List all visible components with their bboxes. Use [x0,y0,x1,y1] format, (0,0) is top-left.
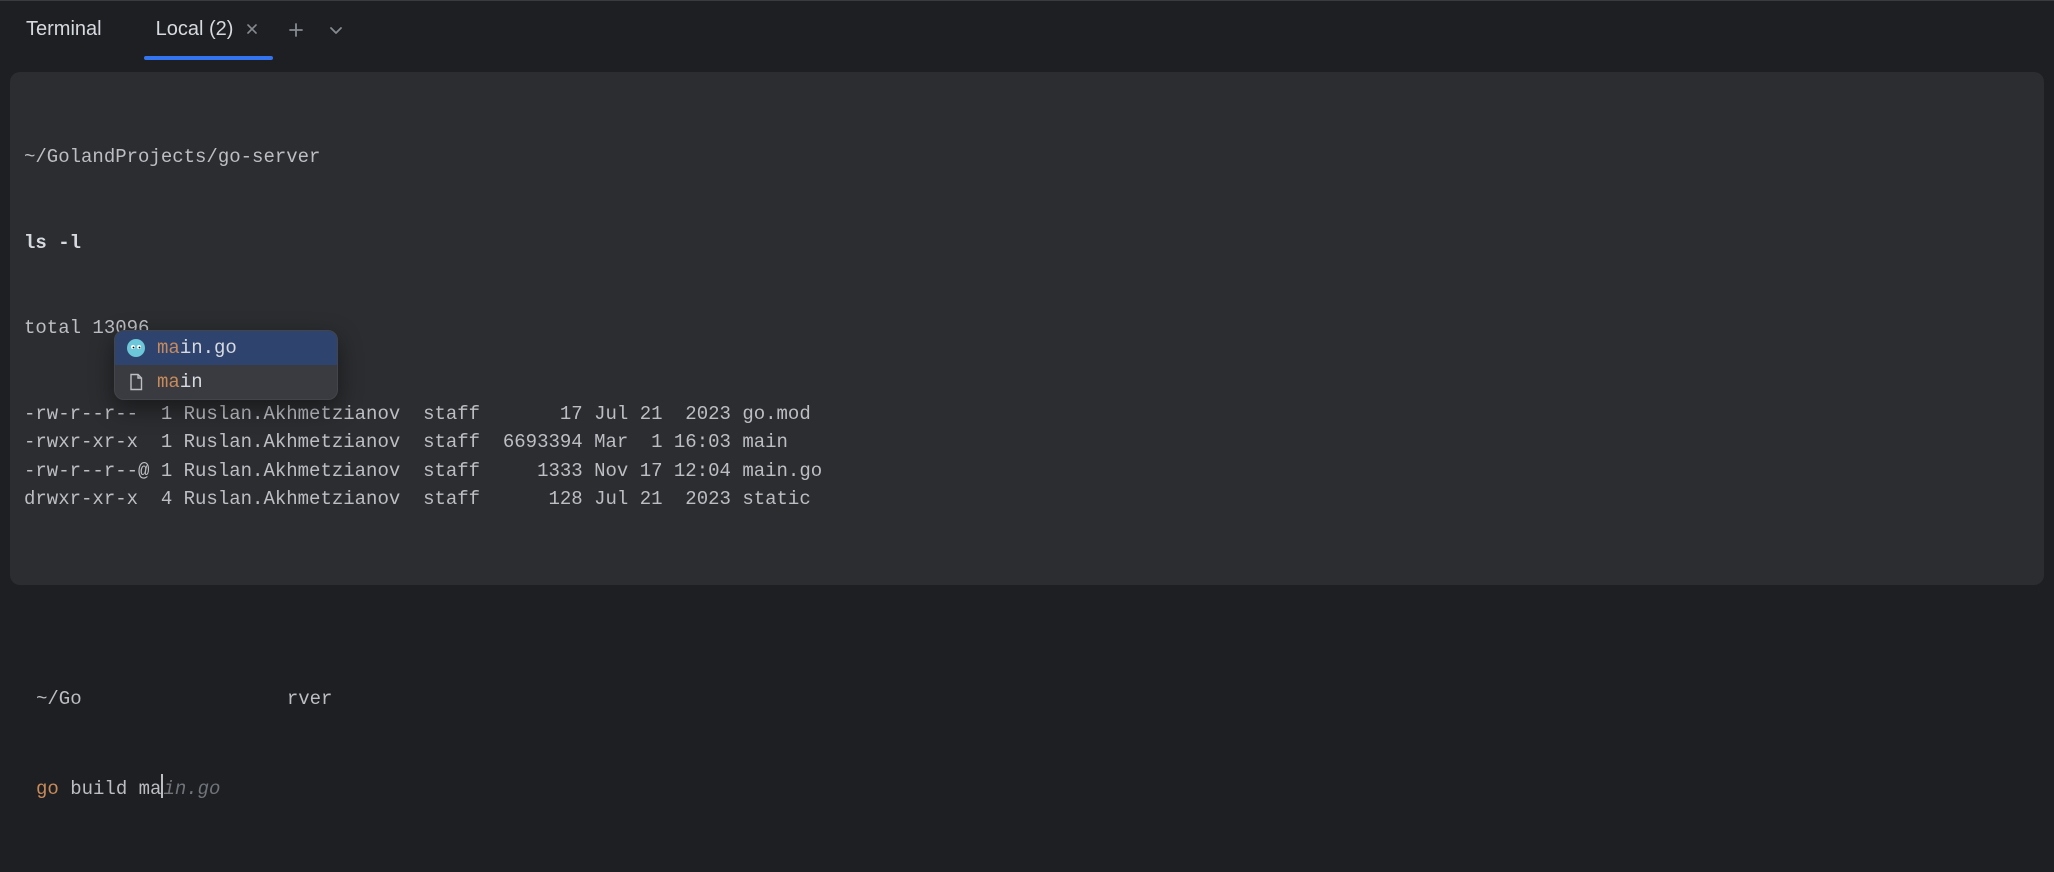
close-icon[interactable] [243,18,261,42]
go-keyword: go [36,778,59,800]
terminal-area[interactable]: ~/GolandProjects/go-server ls -l total 1… [0,58,2054,872]
terminal-tool-title[interactable]: Terminal [14,12,114,47]
completion-popup: main.go main [114,330,338,400]
prompt-input-line[interactable]: go build main.go [36,774,2034,804]
completion-item-main-go[interactable]: main.go [115,331,337,365]
completion-text: main.go [157,337,237,359]
new-tab-button[interactable] [279,13,313,47]
tab-local-2[interactable]: Local (2) [144,6,274,54]
ls-row: drwxr-xr-x 4 Ruslan.Akhmetzianov staff 1… [24,485,2030,514]
tab-label: Local (2) [156,18,234,41]
typed-text: ma [139,778,162,800]
ls-listing: -rw-r--r-- 1 Ruslan.Akhmetzianov staff 1… [24,400,2030,514]
tabs-dropdown-button[interactable] [319,13,353,47]
completion-item-main[interactable]: main [115,365,337,399]
terminal-output-block[interactable]: ~/GolandProjects/go-server ls -l total 1… [10,72,2044,585]
prompt-cwd-partial: ~/GolandProjects/go-server [36,685,2034,714]
subcommand: build [70,778,127,800]
ghost-suggestion: in.go [163,778,220,800]
output-command: ls -l [24,229,2030,258]
ls-row: -rw-r--r-- 1 Ruslan.Akhmetzianov staff 1… [24,400,2030,429]
ls-row: -rwxr-xr-x 1 Ruslan.Akhmetzianov staff 6… [24,428,2030,457]
generic-file-icon [125,371,147,393]
terminal-tabbar: Terminal Local (2) [0,0,2054,58]
completion-text: main [157,371,203,393]
terminal-prompt-block[interactable]: ~/GolandProjects/go-server go build main… [10,585,2044,864]
go-file-icon [125,337,147,359]
ls-row: -rw-r--r--@ 1 Ruslan.Akhmetzianov staff … [24,457,2030,486]
output-cwd: ~/GolandProjects/go-server [24,143,2030,172]
